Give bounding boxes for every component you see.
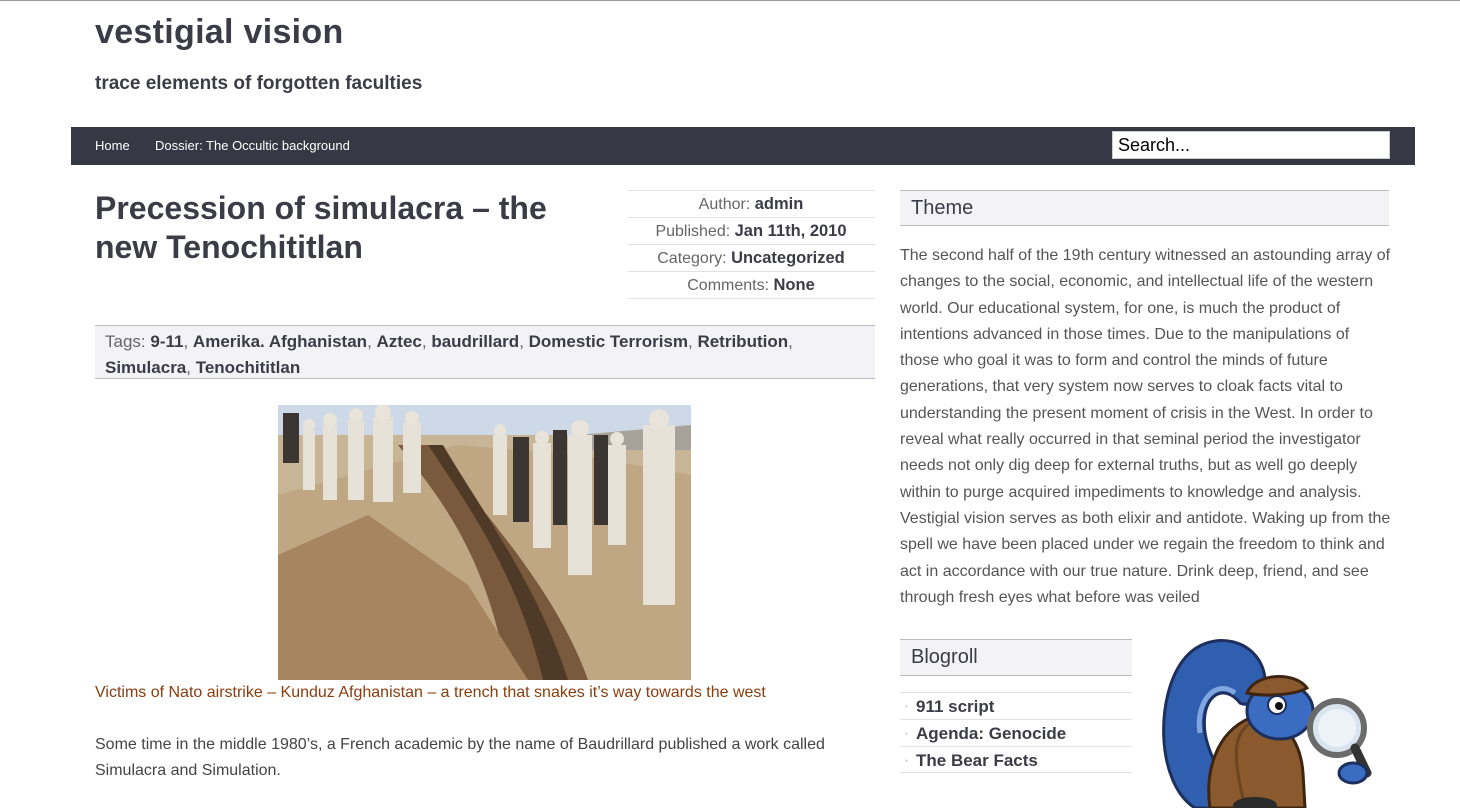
search-input[interactable] <box>1112 131 1390 159</box>
tag-link[interactable]: baudrillard <box>431 332 519 351</box>
meta-comments-label: Comments: <box>687 277 770 294</box>
blogroll-link[interactable]: Agenda: Genocide <box>916 724 1066 743</box>
post-tags: Tags: 9-11, Amerika. Afghanistan, Aztec,… <box>95 325 875 379</box>
tag-link[interactable]: Amerika. Afghanistan <box>193 332 367 351</box>
blogroll-item: The Bear Facts <box>900 746 1132 774</box>
blogroll-item: 911 script <box>900 692 1132 720</box>
theme-widget-heading: Theme <box>900 190 1389 226</box>
meta-comments-link[interactable]: None <box>774 276 815 294</box>
meta-published-date: Jan 11th, 2010 <box>734 222 847 240</box>
meta-comments: Comments: None <box>627 271 875 299</box>
meta-category-link[interactable]: Uncategorized <box>731 249 845 267</box>
tag-link[interactable]: Domestic Terrorism <box>529 332 688 351</box>
meta-published: Published: Jan 11th, 2010 <box>627 217 875 244</box>
meta-author: Author: admin <box>627 190 875 217</box>
blogroll-widget-heading: Blogroll <box>900 639 1132 676</box>
blogroll-list: 911 script Agenda: Genocide The Bear Fac… <box>900 692 1132 774</box>
post-title[interactable]: Precession of simulacra – the new Tenoch… <box>95 189 615 267</box>
tag-link[interactable]: Aztec <box>377 332 422 351</box>
post-photo <box>278 405 691 680</box>
tag-link[interactable]: 9-11 <box>150 332 183 351</box>
tag-link[interactable]: Tenochititlan <box>196 358 301 377</box>
tag-link[interactable]: Simulacra <box>105 358 186 377</box>
meta-published-label: Published: <box>655 223 731 240</box>
meta-category: Category: Uncategorized <box>627 244 875 271</box>
blogroll-link[interactable]: The Bear Facts <box>916 751 1038 770</box>
theme-widget-text: The second half of the 19th century witn… <box>900 247 1391 606</box>
blogroll-link[interactable]: 911 script <box>916 697 994 716</box>
main-navbar: Home Dossier: The Occultic background <box>71 127 1415 165</box>
blogroll-item: Agenda: Genocide <box>900 719 1132 747</box>
detective-squirrel-mascot-image <box>1155 633 1380 808</box>
post-meta: Author: admin Published: Jan 11th, 2010 … <box>627 190 875 299</box>
post-body-text: Some time in the middle 1980’s, a French… <box>95 736 825 779</box>
site-title[interactable]: vestigial vision <box>95 13 344 52</box>
site-tagline: trace elements of forgotten faculties <box>95 73 423 94</box>
tag-link[interactable]: Retribution <box>697 332 788 351</box>
photo-caption: Victims of Nato airstrike – Kunduz Afgha… <box>95 684 766 701</box>
nav-home-link[interactable]: Home <box>95 138 130 153</box>
meta-author-link[interactable]: admin <box>755 195 804 213</box>
meta-author-label: Author: <box>698 196 751 213</box>
nav-dossier-link[interactable]: Dossier: The Occultic background <box>155 138 350 153</box>
tags-label: Tags: <box>105 332 146 351</box>
meta-category-label: Category: <box>657 250 727 267</box>
